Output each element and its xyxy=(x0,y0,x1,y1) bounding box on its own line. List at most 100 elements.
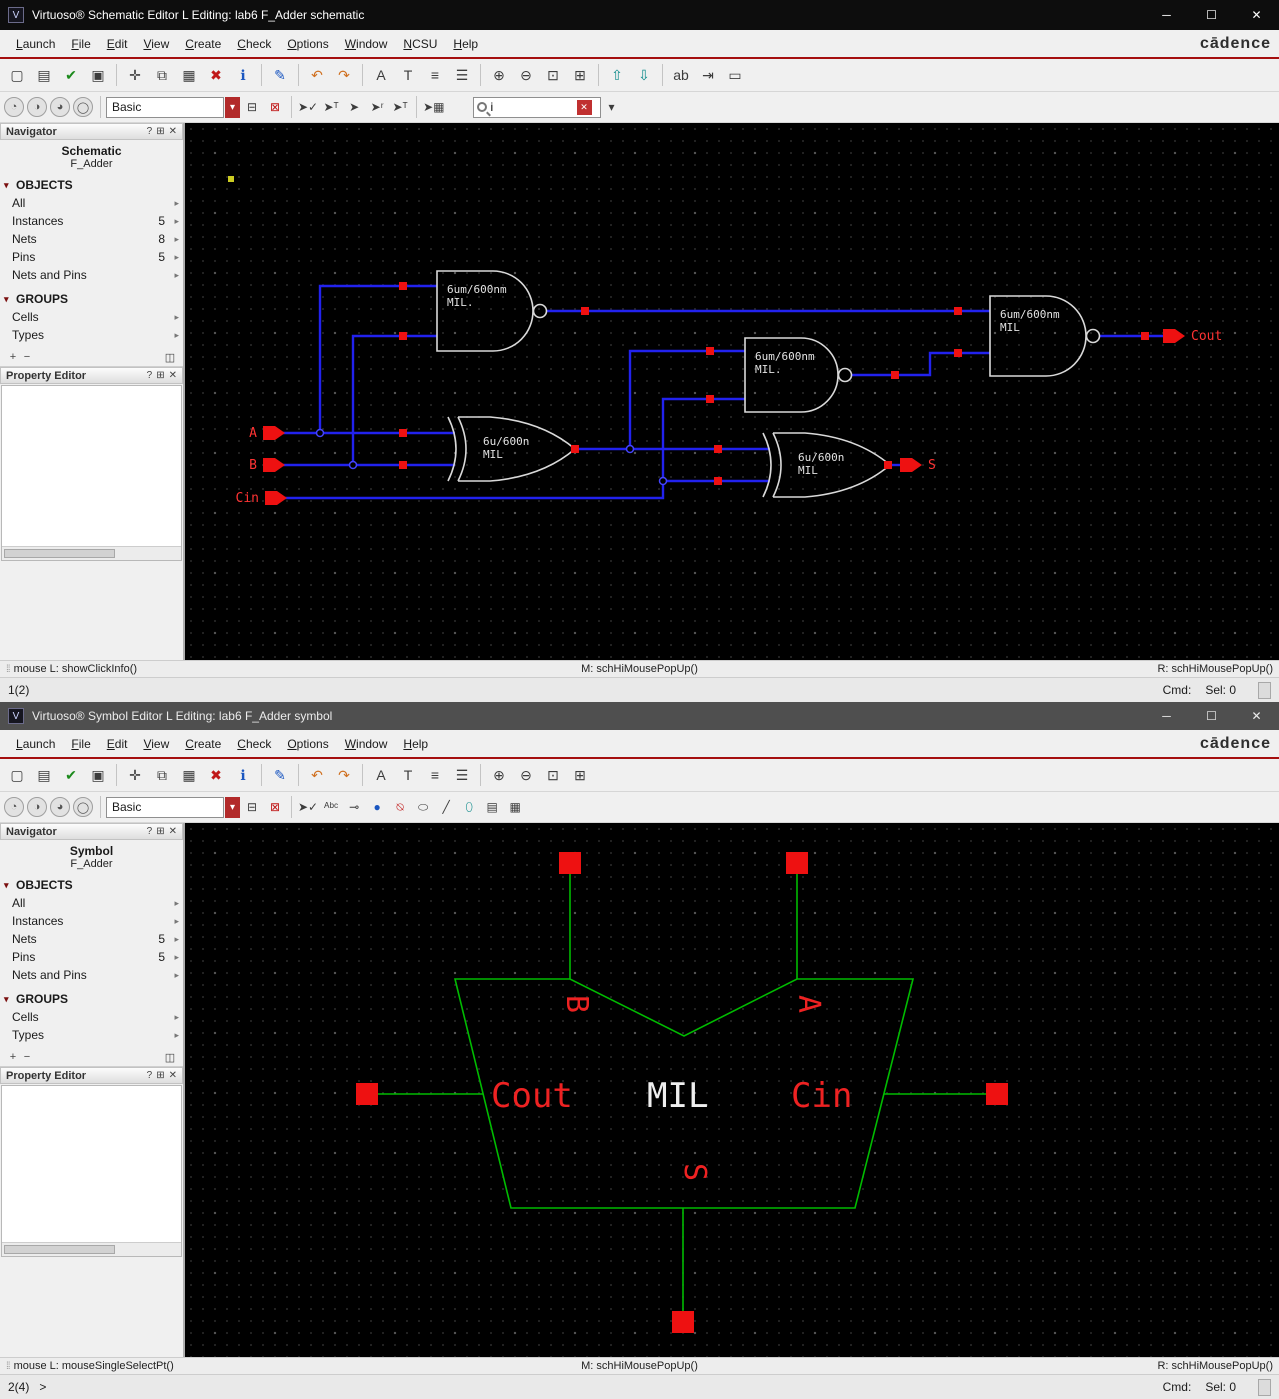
descend-icon[interactable]: ▦ xyxy=(176,762,202,788)
instance-browser-icon[interactable]: ⊟ xyxy=(241,96,263,118)
menu-create[interactable]: Create xyxy=(177,33,229,55)
pin-cout[interactable] xyxy=(1163,329,1185,343)
tree-item-cells[interactable]: Cells ▸ xyxy=(0,308,183,326)
pan-view-icon[interactable]: ◑ xyxy=(27,97,47,117)
horizontal-scrollbar[interactable] xyxy=(2,1242,181,1256)
close-panel-icon[interactable]: ✕ xyxy=(169,1070,177,1081)
select-rotate-icon[interactable]: ➤ʳ xyxy=(366,96,388,118)
scroll-widget[interactable] xyxy=(1258,1379,1271,1396)
zoom-to-fit-icon[interactable]: ⊡ xyxy=(540,62,566,88)
tree-item-types[interactable]: Types ▸ xyxy=(0,326,183,344)
help-icon[interactable]: ? xyxy=(147,1070,153,1081)
pin-b[interactable] xyxy=(263,458,285,472)
float-panel-icon[interactable]: ⊞ xyxy=(156,370,164,381)
create-circle-icon[interactable]: ● xyxy=(366,796,388,818)
float-panel-icon[interactable]: ⊞ xyxy=(156,1070,164,1081)
xor-gate-1[interactable] xyxy=(448,417,575,481)
search-options-icon[interactable]: ▾ xyxy=(601,96,623,118)
close-button[interactable]: ✕ xyxy=(1234,702,1279,730)
menu-launch[interactable]: Launch xyxy=(8,733,63,755)
select-area-icon[interactable]: ➤▦ xyxy=(422,96,445,118)
xor-gate-2[interactable] xyxy=(763,433,890,497)
menu-options[interactable]: Options xyxy=(279,33,336,55)
copy-icon[interactable]: ⧉ xyxy=(149,762,175,788)
symbol-pin-cin[interactable] xyxy=(986,1083,1008,1105)
rotate-icon[interactable]: A xyxy=(368,62,394,88)
select-instance-icon[interactable]: ➤ᵀ xyxy=(320,96,342,118)
menu-window[interactable]: Window xyxy=(337,733,396,755)
expand-icon[interactable]: + xyxy=(6,1050,20,1064)
descend-icon[interactable]: ▦ xyxy=(176,62,202,88)
check-and-save-icon[interactable]: ✔ xyxy=(58,62,84,88)
tree-item-instances[interactable]: Instances ▸ xyxy=(0,912,183,930)
tree-item-nets-and-pins[interactable]: Nets and Pins ▸ xyxy=(0,266,183,284)
symbol-pin-a[interactable] xyxy=(786,852,808,874)
collapse-icon[interactable]: − xyxy=(20,350,34,364)
ascend-hierarchy-icon[interactable]: ⇧ xyxy=(604,62,630,88)
create-label-icon[interactable]: ᴬᵇᶜ xyxy=(320,796,342,818)
tree-item-nets[interactable]: Nets 5 ▸ xyxy=(0,930,183,948)
redo-icon[interactable]: ↷ xyxy=(331,762,357,788)
close-panel-icon[interactable]: ✕ xyxy=(169,370,177,381)
minimize-button[interactable]: ─ xyxy=(1144,702,1189,730)
tree-item-all[interactable]: All ▸ xyxy=(0,894,183,912)
menu-file[interactable]: File xyxy=(63,733,98,755)
properties-icon[interactable]: ℹ xyxy=(230,62,256,88)
pan-view-icon[interactable]: ◑ xyxy=(27,797,47,817)
pin-a[interactable] xyxy=(263,426,285,440)
save-icon[interactable]: ▣ xyxy=(85,762,111,788)
workspace-dropdown-icon[interactable]: ▾ xyxy=(225,797,240,818)
workspace-dropdown-icon[interactable]: ▾ xyxy=(225,97,240,118)
close-panel-icon[interactable]: ✕ xyxy=(169,126,177,137)
home-view-icon[interactable]: ◯ xyxy=(73,97,93,117)
wire-a-branch[interactable] xyxy=(320,286,437,433)
create-symbol-pin-icon[interactable]: ⍉ xyxy=(389,796,411,818)
schematic-canvas[interactable]: 6um/600nm MIL. 6um/600nm MIL. 6um/600nm … xyxy=(185,123,1279,660)
tree-section-objects[interactable]: ▾ OBJECTS xyxy=(0,876,183,894)
tree-section-groups[interactable]: ▾ GROUPS xyxy=(0,990,183,1008)
properties-icon[interactable]: ℹ xyxy=(230,762,256,788)
notes-icon[interactable]: ▭ xyxy=(722,62,748,88)
select-cursor-icon[interactable]: ➤ xyxy=(343,96,365,118)
panel-mode-icon[interactable]: ◫ xyxy=(163,1050,177,1064)
wire-b-branch[interactable] xyxy=(353,336,437,465)
help-icon[interactable]: ? xyxy=(147,370,153,381)
check-and-save-icon[interactable]: ✔ xyxy=(58,762,84,788)
previous-view-icon[interactable]: ◔ xyxy=(4,97,24,117)
open-icon[interactable]: ▤ xyxy=(31,762,57,788)
zoom-in-icon[interactable]: ⊕ xyxy=(486,762,512,788)
command-bar[interactable]: 1(2) Cmd: Sel: 0 xyxy=(0,677,1279,702)
command-bar[interactable]: 2(4) > Cmd: Sel: 0 xyxy=(0,1374,1279,1399)
new-cellview-icon[interactable]: ▢ xyxy=(4,762,30,788)
palette-toggle-icon[interactable]: ⊠ xyxy=(264,96,286,118)
zoom-area-icon[interactable]: ⊞ xyxy=(567,762,593,788)
align-icon[interactable]: ≡ xyxy=(422,762,448,788)
create-pin-icon[interactable]: ⊸ xyxy=(343,796,365,818)
select-filter-icon[interactable]: ➤✓ xyxy=(297,96,319,118)
property-editor-header[interactable]: Property Editor ? ⊞ ✕ xyxy=(0,367,183,384)
help-icon[interactable]: ? xyxy=(147,126,153,137)
tree-item-nets[interactable]: Nets 8 ▸ xyxy=(0,230,183,248)
maximize-button[interactable]: ☐ xyxy=(1189,702,1234,730)
float-panel-icon[interactable]: ⊞ xyxy=(156,826,164,837)
search-input[interactable] xyxy=(491,100,577,114)
open-icon[interactable]: ▤ xyxy=(31,62,57,88)
create-line-icon[interactable]: ╱ xyxy=(435,796,457,818)
home-view-icon[interactable]: ◯ xyxy=(73,797,93,817)
titlebar[interactable]: V Virtuoso® Symbol Editor L Editing: lab… xyxy=(0,702,1279,730)
menu-view[interactable]: View xyxy=(135,733,177,755)
minimize-button[interactable]: ─ xyxy=(1144,0,1189,30)
search-clear-icon[interactable]: ✕ xyxy=(577,100,592,115)
descend-hierarchy-icon[interactable]: ⇩ xyxy=(631,62,657,88)
zoom-in-icon[interactable]: ⊕ xyxy=(486,62,512,88)
menu-edit[interactable]: Edit xyxy=(99,733,136,755)
menu-launch[interactable]: Launch xyxy=(8,33,63,55)
menu-edit[interactable]: Edit xyxy=(99,33,136,55)
menu-ncsu[interactable]: NCSU xyxy=(395,33,445,55)
pin-cin[interactable] xyxy=(265,491,287,505)
collapse-icon[interactable]: − xyxy=(20,1050,34,1064)
undo-icon[interactable]: ↶ xyxy=(304,62,330,88)
edit-in-place-icon[interactable]: ✎ xyxy=(267,62,293,88)
symbol-pin-cout[interactable] xyxy=(356,1083,378,1105)
help-icon[interactable]: ? xyxy=(147,826,153,837)
